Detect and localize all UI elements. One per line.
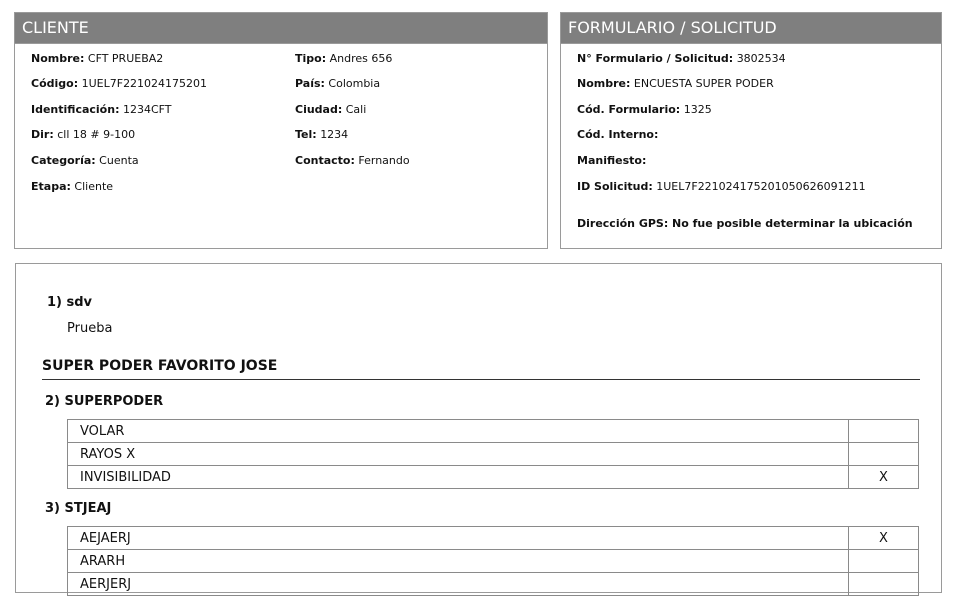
formulario-header: FORMULARIO / SOLICITUD [561, 13, 941, 44]
option-mark [848, 419, 919, 443]
cliente-tel: Tel: 1234 [295, 128, 349, 141]
cliente-codigo: Código: 1UEL7F221024175201 [31, 77, 208, 90]
cliente-categoria: Categoría: Cuenta [31, 154, 139, 167]
cliente-nombre: Nombre: CFT PRUEBA2 [31, 52, 164, 65]
section-title: SUPER PODER FAVORITO JOSE [42, 358, 920, 380]
option-label: ARARH [67, 549, 849, 573]
formulario-numero: N° Formulario / Solicitud: 3802534 [577, 52, 786, 65]
question-1-answer: Prueba [67, 321, 113, 336]
option-mark [848, 442, 919, 466]
cliente-header: CLIENTE [15, 13, 547, 44]
formulario-cod-formulario: Cód. Formulario: 1325 [577, 103, 712, 116]
option-label: RAYOS X [67, 442, 849, 466]
question-3-title: 3) STJEAJ [45, 501, 112, 516]
table-row: AERJERJ [67, 572, 919, 596]
option-mark: X [848, 465, 919, 489]
formulario-id-solicitud: ID Solicitud: 1UEL7F22102417520105062609… [577, 180, 866, 193]
cliente-etapa: Etapa: Cliente [31, 180, 114, 193]
option-mark [848, 549, 919, 573]
formulario-nombre: Nombre: ENCUESTA SUPER PODER [577, 77, 774, 90]
table-row: ARARH [67, 549, 919, 573]
table-row: VOLAR [67, 419, 919, 443]
option-mark [848, 572, 919, 596]
question-3-options: AEJAERJ X ARARH AERJERJ [67, 526, 919, 596]
cliente-tipo: Tipo: Andres 656 [295, 52, 393, 65]
table-row: RAYOS X [67, 442, 919, 466]
option-mark: X [848, 526, 919, 550]
formulario-gps: Dirección GPS: No fue posible determinar… [577, 217, 913, 230]
formulario-cod-interno: Cód. Interno: [577, 128, 659, 141]
table-row: INVISIBILIDAD X [67, 465, 919, 489]
questions-panel: 1) sdv Prueba SUPER PODER FAVORITO JOSE … [15, 263, 942, 596]
cliente-panel: CLIENTE Nombre: CFT PRUEBA2 Código: 1UEL… [14, 12, 548, 249]
cliente-dir: Dir: cll 18 # 9-100 [31, 128, 136, 141]
cliente-identificacion: Identificación: 1234CFT [31, 103, 172, 116]
cliente-pais: País: Colombia [295, 77, 381, 90]
question-2-options: VOLAR RAYOS X INVISIBILIDAD X [67, 419, 919, 489]
cliente-ciudad: Ciudad: Cali [295, 103, 367, 116]
formulario-manifiesto: Manifiesto: [577, 154, 647, 167]
table-row: AEJAERJ X [67, 526, 919, 550]
option-label: INVISIBILIDAD [67, 465, 849, 489]
option-label: VOLAR [67, 419, 849, 443]
question-2-title: 2) SUPERPODER [45, 394, 164, 409]
option-label: AERJERJ [67, 572, 849, 596]
cliente-contacto: Contacto: Fernando [295, 154, 410, 167]
formulario-panel: FORMULARIO / SOLICITUD N° Formulario / S… [560, 12, 942, 249]
option-label: AEJAERJ [67, 526, 849, 550]
question-1-title: 1) sdv [47, 295, 93, 310]
